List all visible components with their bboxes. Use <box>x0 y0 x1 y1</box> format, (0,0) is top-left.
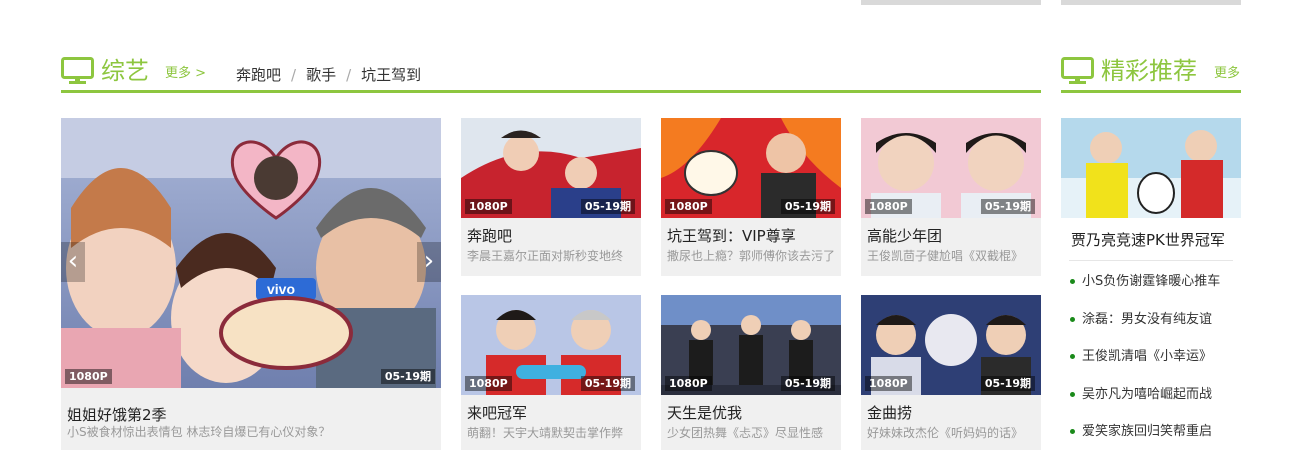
episode-badge: 05-19期 <box>980 199 1035 214</box>
card-thumbnail: 1080P 05-19期 <box>861 295 1041 395</box>
quality-badge: 1080P <box>865 199 912 214</box>
recommend-item[interactable]: 爱笑家族回归笑帮重启 <box>1061 413 1241 451</box>
card-thumbnail: 1080P 05-19期 <box>661 295 841 395</box>
video-card[interactable]: 1080P 05-19期 坑王驾到：VIP尊享 撒尿也上瘾？郭师傅你该去污了 <box>661 118 841 276</box>
recommend-list: 小S负伤谢霆锋暖心推车 涂磊：男女没有纯友谊 王俊凯清唱《小幸运》 吴亦凡为嘻哈… <box>1061 263 1241 451</box>
quality-badge: 1080P <box>665 199 712 214</box>
quality-badge: 1080P <box>465 199 512 214</box>
top-strip-right <box>1061 0 1241 5</box>
episode-badge: 05-19期 <box>980 376 1035 391</box>
recommend-item-label[interactable]: 吴亦凡为嘻哈崛起而战 <box>1082 387 1212 402</box>
episode-badge: 05-19期 <box>380 369 435 384</box>
episode-badge: 05-19期 <box>580 376 635 391</box>
recommend-item[interactable]: 涂磊：男女没有纯友谊 <box>1061 301 1241 339</box>
quality-badge: 1080P <box>865 376 912 391</box>
variety-tags: 奔跑吧 / 歌手 / 坑王驾到 <box>236 65 421 85</box>
featured-thumbnail: vivo 1080P 05-19期 <box>61 118 441 388</box>
featured-card[interactable]: vivo 1080P 05-19期 ‹ › 姐姐好饿第2季 小S被食材惊出表情包… <box>61 118 441 450</box>
card-thumbnail: 1080P 05-19期 <box>461 118 641 218</box>
variety-title: 综艺 <box>101 57 149 85</box>
tag-separator: / <box>346 66 352 84</box>
card-desc: 撒尿也上瘾？郭师傅你该去污了 <box>667 249 836 263</box>
variety-header: 综艺 更多 > 奔跑吧 / 歌手 / 坑王驾到 <box>61 55 1041 93</box>
recommend-item-label[interactable]: 王俊凯清唱《小幸运》 <box>1082 349 1212 364</box>
video-card[interactable]: 1080P 05-19期 金曲捞 好妹妹改杰伦《听妈妈的话》 <box>861 295 1041 450</box>
recommend-item[interactable]: 吴亦凡为嘻哈崛起而战 <box>1061 376 1241 414</box>
variety-more-link[interactable]: 更多 > <box>165 66 206 82</box>
card-desc: 李晨王嘉尔正面对斯秒变地终 <box>467 249 624 263</box>
card-title[interactable]: 姐姐好饿第2季 <box>67 405 167 425</box>
card-desc: 小S被食材惊出表情包 林志玲自爆已有心仪对象？ <box>67 425 331 439</box>
card-thumbnail: 1080P 05-19期 <box>661 118 841 218</box>
video-card[interactable]: 1080P 05-19期 天生是优我 少女团热舞《忐忑》尽显性感 <box>661 295 841 450</box>
quality-badge: 1080P <box>665 376 712 391</box>
recommend-title: 精彩推荐 <box>1101 57 1197 85</box>
episode-badge: 05-19期 <box>780 199 835 214</box>
svg-text:vivo: vivo <box>267 281 295 297</box>
recommend-top-card[interactable] <box>1061 118 1241 218</box>
video-card[interactable]: 1080P 05-19期 奔跑吧 李晨王嘉尔正面对斯秒变地终 <box>461 118 641 276</box>
card-thumbnail <box>1061 118 1241 218</box>
card-thumbnail: 1080P 05-19期 <box>461 295 641 395</box>
chevron-right-icon: › <box>423 246 435 276</box>
tag-singer[interactable]: 歌手 <box>306 66 336 84</box>
card-desc: 好妹妹改杰伦《听妈妈的话》 <box>867 426 1024 440</box>
tv-icon <box>1061 57 1094 84</box>
bullet-icon <box>1070 429 1075 434</box>
episode-badge: 05-19期 <box>580 199 635 214</box>
top-strip-left <box>861 0 1041 5</box>
card-title[interactable]: 高能少年团 <box>867 226 942 246</box>
bullet-icon <box>1070 354 1075 359</box>
card-desc: 王俊凯茴子健尬唱《双截棍》 <box>867 249 1024 263</box>
card-title[interactable]: 来吧冠军 <box>467 403 527 423</box>
card-desc: 萌翻！天宇大靖默契击掌作弊 <box>467 426 624 440</box>
bullet-icon <box>1070 391 1075 397</box>
recommend-header: 精彩推荐 更多 <box>1061 55 1241 93</box>
recommend-item[interactable]: 王俊凯清唱《小幸运》 <box>1061 338 1241 376</box>
bullet-icon <box>1070 316 1075 322</box>
card-title[interactable]: 奔跑吧 <box>467 226 512 246</box>
recommend-item[interactable]: 小S负伤谢霆锋暖心推车 <box>1061 263 1241 301</box>
video-card[interactable]: 1080P 05-19期 高能少年团 王俊凯茴子健尬唱《双截棍》 <box>861 118 1041 276</box>
recommend-top-title-text[interactable]: 贾乃亮竞速PK世界冠军 <box>1071 230 1225 250</box>
card-title[interactable]: 坑王驾到：VIP尊享 <box>667 226 796 246</box>
tag-separator: / <box>291 66 297 84</box>
quality-badge: 1080P <box>465 376 512 391</box>
recommend-more-link[interactable]: 更多 <box>1214 66 1240 82</box>
tag-kengwang[interactable]: 坑王驾到 <box>361 66 421 84</box>
recommend-top-title[interactable]: 贾乃亮竞速PK世界冠军 <box>1061 218 1241 263</box>
carousel-prev-button[interactable]: ‹ <box>61 242 85 282</box>
card-thumbnail: 1080P 05-19期 <box>861 118 1041 218</box>
bullet-icon <box>1070 279 1075 284</box>
card-title[interactable]: 金曲捞 <box>867 403 912 423</box>
recommend-item-label[interactable]: 爱笑家族回归笑帮重启 <box>1082 424 1212 439</box>
tag-running-man[interactable]: 奔跑吧 <box>236 66 281 84</box>
recommend-item-label[interactable]: 涂磊：男女没有纯友谊 <box>1082 312 1212 327</box>
card-desc: 少女团热舞《忐忑》尽显性感 <box>667 426 824 440</box>
episode-badge: 05-19期 <box>780 376 835 391</box>
card-title[interactable]: 天生是优我 <box>667 403 742 423</box>
quality-badge: 1080P <box>65 369 112 384</box>
video-card[interactable]: 1080P 05-19期 来吧冠军 萌翻！天宇大靖默契击掌作弊 <box>461 295 641 450</box>
chevron-left-icon: ‹ <box>67 246 79 276</box>
tv-icon <box>61 57 94 84</box>
divider <box>1069 260 1233 261</box>
recommend-item-label[interactable]: 小S负伤谢霆锋暖心推车 <box>1082 274 1220 289</box>
carousel-next-button[interactable]: › <box>417 242 441 282</box>
